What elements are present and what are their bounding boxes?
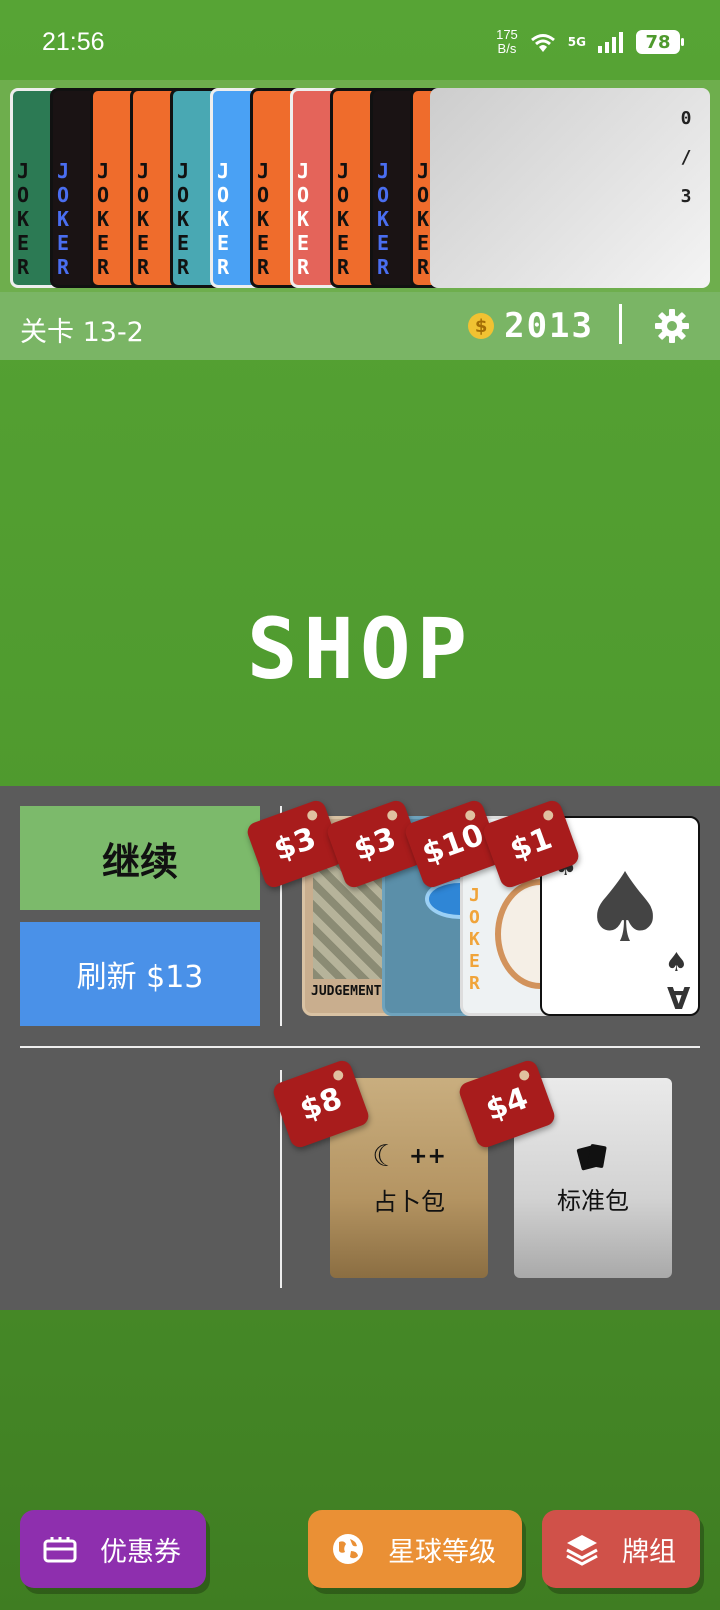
moon-icon: ☾ bbox=[372, 1139, 400, 1174]
consumable-slot-panel: 0 / 3 bbox=[430, 88, 710, 288]
status-bar: 21:56 175 B/s 5G 78 bbox=[0, 0, 720, 78]
divider bbox=[619, 304, 622, 344]
continue-button[interactable]: 继续 bbox=[20, 806, 260, 910]
card-caption: JUDGEMENT bbox=[311, 984, 382, 999]
info-bar: 关卡 13-2 $ 2013 bbox=[0, 292, 720, 360]
cards-icon bbox=[576, 1143, 607, 1170]
signal-icon bbox=[598, 32, 623, 53]
pack-name: 标准包 bbox=[557, 1186, 629, 1215]
stage-label: 关卡 13-2 bbox=[20, 317, 144, 348]
spade-icon: ♠ bbox=[582, 852, 669, 964]
money-amount: 2013 bbox=[504, 306, 594, 346]
globe-icon bbox=[333, 1534, 363, 1564]
card-suit-small-bottom: ♠ bbox=[664, 948, 688, 978]
money-display: $ 2013 bbox=[468, 306, 594, 346]
deck-label: 牌组 bbox=[622, 1536, 676, 1568]
layers-icon bbox=[566, 1535, 598, 1566]
joker-area: JOKER JOKER JOKER JOKER JOKER JOKER JOKE… bbox=[0, 80, 720, 292]
pack-name: 占卜包 bbox=[373, 1188, 445, 1216]
refresh-button[interactable]: 刷新 $13 bbox=[20, 922, 260, 1026]
battery-icon: 78 bbox=[636, 30, 684, 54]
ticket-icon bbox=[43, 1537, 77, 1563]
consumable-count: 0 / 3 bbox=[680, 108, 692, 207]
shop-title: SHOP bbox=[246, 600, 474, 698]
deck-button[interactable]: 牌组 bbox=[542, 1510, 700, 1588]
planet-level-label: 星球等级 bbox=[388, 1536, 496, 1568]
shop-panel: 继续 刷新 $13 JUDGEMENT JOKER A ♠ ♠ ♠ A $3 $… bbox=[0, 786, 720, 1310]
coin-icon: $ bbox=[468, 313, 495, 339]
card-joker-letters: JOKER bbox=[469, 885, 480, 994]
coupon-label: 优惠券 bbox=[100, 1536, 181, 1568]
status-icons: 175 B/s 5G 78 bbox=[496, 27, 684, 56]
network-label: 5G bbox=[567, 35, 586, 49]
planet-level-button[interactable]: 星球等级 bbox=[308, 1510, 522, 1588]
card-rank-bottom: A bbox=[666, 979, 690, 1014]
gear-icon[interactable] bbox=[654, 308, 690, 344]
battery-level: 78 bbox=[645, 31, 671, 53]
coupon-button[interactable]: 优惠券 bbox=[20, 1510, 206, 1588]
divider bbox=[20, 1046, 700, 1048]
wifi-icon bbox=[530, 34, 555, 52]
status-time: 21:56 bbox=[42, 28, 105, 56]
pack-plus-mark: ++ bbox=[409, 1144, 446, 1169]
net-speed: 175 B/s bbox=[496, 27, 518, 56]
